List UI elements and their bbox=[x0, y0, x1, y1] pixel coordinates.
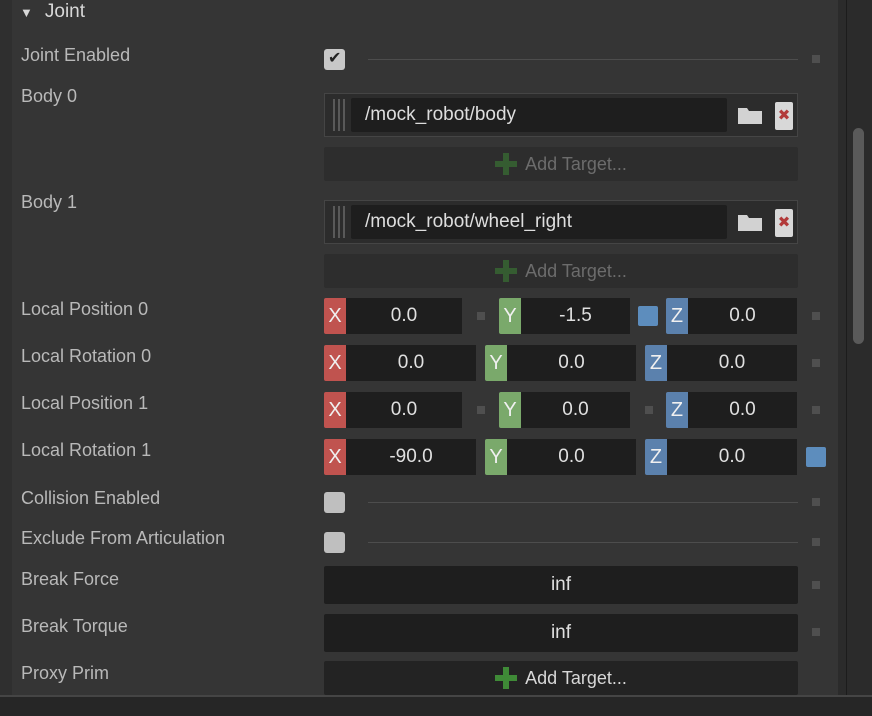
collision-enabled-checkbox[interactable] bbox=[324, 492, 345, 513]
z-axis-badge: Z bbox=[666, 298, 688, 334]
local-rotation-1-y-value[interactable]: 0.0 bbox=[507, 439, 636, 475]
local-position-1-x[interactable]: X 0.0 bbox=[324, 392, 462, 428]
label-body-1: Body 1 bbox=[21, 192, 78, 212]
body0-path-field[interactable]: /mock_robot/body bbox=[351, 98, 727, 132]
label-break-torque: Break Torque bbox=[21, 616, 128, 636]
add-target-label: Add Target... bbox=[525, 260, 627, 281]
modified-indicator[interactable] bbox=[638, 306, 658, 326]
exclude-from-articulation-checkbox[interactable] bbox=[324, 532, 345, 553]
body1-add-target-button[interactable]: Add Target... bbox=[324, 254, 798, 288]
body1-path-field[interactable]: /mock_robot/wheel_right bbox=[351, 205, 727, 239]
proxy-prim-add-target-button[interactable]: Add Target... bbox=[324, 661, 798, 695]
drag-handle-icon[interactable] bbox=[331, 206, 347, 238]
plus-icon bbox=[495, 667, 518, 689]
override-indicator[interactable] bbox=[812, 312, 820, 320]
label-exclude-from-articulation: Exclude From Articulation bbox=[21, 528, 226, 548]
override-indicator[interactable] bbox=[812, 406, 820, 414]
local-rotation-1-x[interactable]: X -90.0 bbox=[324, 439, 476, 475]
label-local-rotation-1: Local Rotation 1 bbox=[21, 440, 152, 460]
local-position-0-y-value[interactable]: -1.5 bbox=[521, 298, 630, 334]
drag-handle-icon[interactable] bbox=[331, 99, 347, 131]
override-indicator[interactable] bbox=[812, 581, 820, 589]
local-rotation-1-x-value[interactable]: -90.0 bbox=[346, 439, 476, 475]
indent-strip bbox=[0, 0, 12, 695]
label-body-0: Body 0 bbox=[21, 86, 78, 106]
local-rotation-0-y-value[interactable]: 0.0 bbox=[507, 345, 636, 381]
section-title: Joint bbox=[44, 1, 86, 22]
separator-line bbox=[368, 502, 798, 503]
label-joint-enabled: Joint Enabled bbox=[21, 45, 131, 65]
z-axis-badge: Z bbox=[666, 392, 688, 428]
y-axis-badge: Y bbox=[485, 345, 507, 381]
override-indicator[interactable] bbox=[645, 406, 653, 414]
plus-icon bbox=[495, 260, 518, 282]
local-position-1-z-value[interactable]: 0.0 bbox=[688, 392, 797, 428]
local-position-1-x-value[interactable]: 0.0 bbox=[346, 392, 462, 428]
folder-icon[interactable] bbox=[737, 105, 763, 125]
checkmark-icon: ✔ bbox=[328, 50, 342, 67]
local-rotation-0-z-value[interactable]: 0.0 bbox=[667, 345, 797, 381]
local-position-0-z[interactable]: Z 0.0 bbox=[666, 298, 797, 334]
joint-enabled-checkbox[interactable]: ✔ bbox=[324, 49, 345, 70]
override-indicator[interactable] bbox=[477, 312, 485, 320]
break-torque-field[interactable]: inf bbox=[324, 614, 798, 652]
modified-indicator[interactable] bbox=[806, 447, 826, 467]
scrollbar-divider bbox=[846, 0, 847, 695]
label-proxy-prim: Proxy Prim bbox=[21, 663, 110, 683]
y-axis-badge: Y bbox=[499, 392, 521, 428]
z-axis-badge: Z bbox=[645, 439, 667, 475]
override-indicator[interactable] bbox=[812, 359, 820, 367]
label-local-position-0: Local Position 0 bbox=[21, 299, 149, 319]
local-position-0-z-value[interactable]: 0.0 bbox=[688, 298, 797, 334]
add-target-label: Add Target... bbox=[525, 667, 627, 688]
scrollbar-thumb[interactable] bbox=[853, 128, 864, 344]
local-rotation-0-x[interactable]: X 0.0 bbox=[324, 345, 476, 381]
bottom-bar bbox=[0, 695, 872, 716]
x-axis-badge: X bbox=[324, 439, 346, 475]
separator-line bbox=[368, 542, 798, 543]
body0-target-row: /mock_robot/body ✖ bbox=[324, 93, 798, 137]
y-axis-badge: Y bbox=[499, 298, 521, 334]
separator-line bbox=[368, 59, 798, 60]
x-axis-badge: X bbox=[324, 298, 346, 334]
local-rotation-1-z-value[interactable]: 0.0 bbox=[667, 439, 797, 475]
x-axis-badge: X bbox=[324, 392, 346, 428]
property-panel: ▼ Joint Joint Enabled ✔ Body 0 /mock_rob… bbox=[0, 0, 838, 695]
plus-icon bbox=[495, 153, 518, 175]
body1-target-row: /mock_robot/wheel_right ✖ bbox=[324, 200, 798, 244]
scrollbar-track[interactable] bbox=[838, 0, 872, 695]
folder-icon[interactable] bbox=[737, 212, 763, 232]
override-indicator[interactable] bbox=[477, 406, 485, 414]
override-indicator[interactable] bbox=[812, 55, 820, 63]
local-position-1-y-value[interactable]: 0.0 bbox=[521, 392, 630, 428]
local-position-1-z[interactable]: Z 0.0 bbox=[666, 392, 797, 428]
local-rotation-1-y[interactable]: Y 0.0 bbox=[485, 439, 636, 475]
override-indicator[interactable] bbox=[812, 628, 820, 636]
label-local-position-1: Local Position 1 bbox=[21, 393, 149, 413]
joint-section-header[interactable]: ▼ Joint bbox=[20, 0, 85, 24]
label-collision-enabled: Collision Enabled bbox=[21, 488, 161, 508]
add-target-label: Add Target... bbox=[525, 153, 627, 174]
label-local-rotation-0: Local Rotation 0 bbox=[21, 346, 152, 366]
body0-add-target-button[interactable]: Add Target... bbox=[324, 147, 798, 181]
break-force-field[interactable]: inf bbox=[324, 566, 798, 604]
triangle-down-icon[interactable]: ▼ bbox=[20, 5, 33, 20]
local-rotation-1-z[interactable]: Z 0.0 bbox=[645, 439, 797, 475]
override-indicator[interactable] bbox=[812, 538, 820, 546]
close-icon[interactable]: ✖ bbox=[775, 102, 793, 130]
local-position-0-x-value[interactable]: 0.0 bbox=[346, 298, 462, 334]
close-icon[interactable]: ✖ bbox=[775, 209, 793, 237]
y-axis-badge: Y bbox=[485, 439, 507, 475]
local-position-0-y[interactable]: Y -1.5 bbox=[499, 298, 630, 334]
local-rotation-0-z[interactable]: Z 0.0 bbox=[645, 345, 797, 381]
local-rotation-0-y[interactable]: Y 0.0 bbox=[485, 345, 636, 381]
override-indicator[interactable] bbox=[812, 498, 820, 506]
local-rotation-0-x-value[interactable]: 0.0 bbox=[346, 345, 476, 381]
label-break-force: Break Force bbox=[21, 569, 120, 589]
local-position-0-x[interactable]: X 0.0 bbox=[324, 298, 462, 334]
z-axis-badge: Z bbox=[645, 345, 667, 381]
x-axis-badge: X bbox=[324, 345, 346, 381]
local-position-1-y[interactable]: Y 0.0 bbox=[499, 392, 630, 428]
